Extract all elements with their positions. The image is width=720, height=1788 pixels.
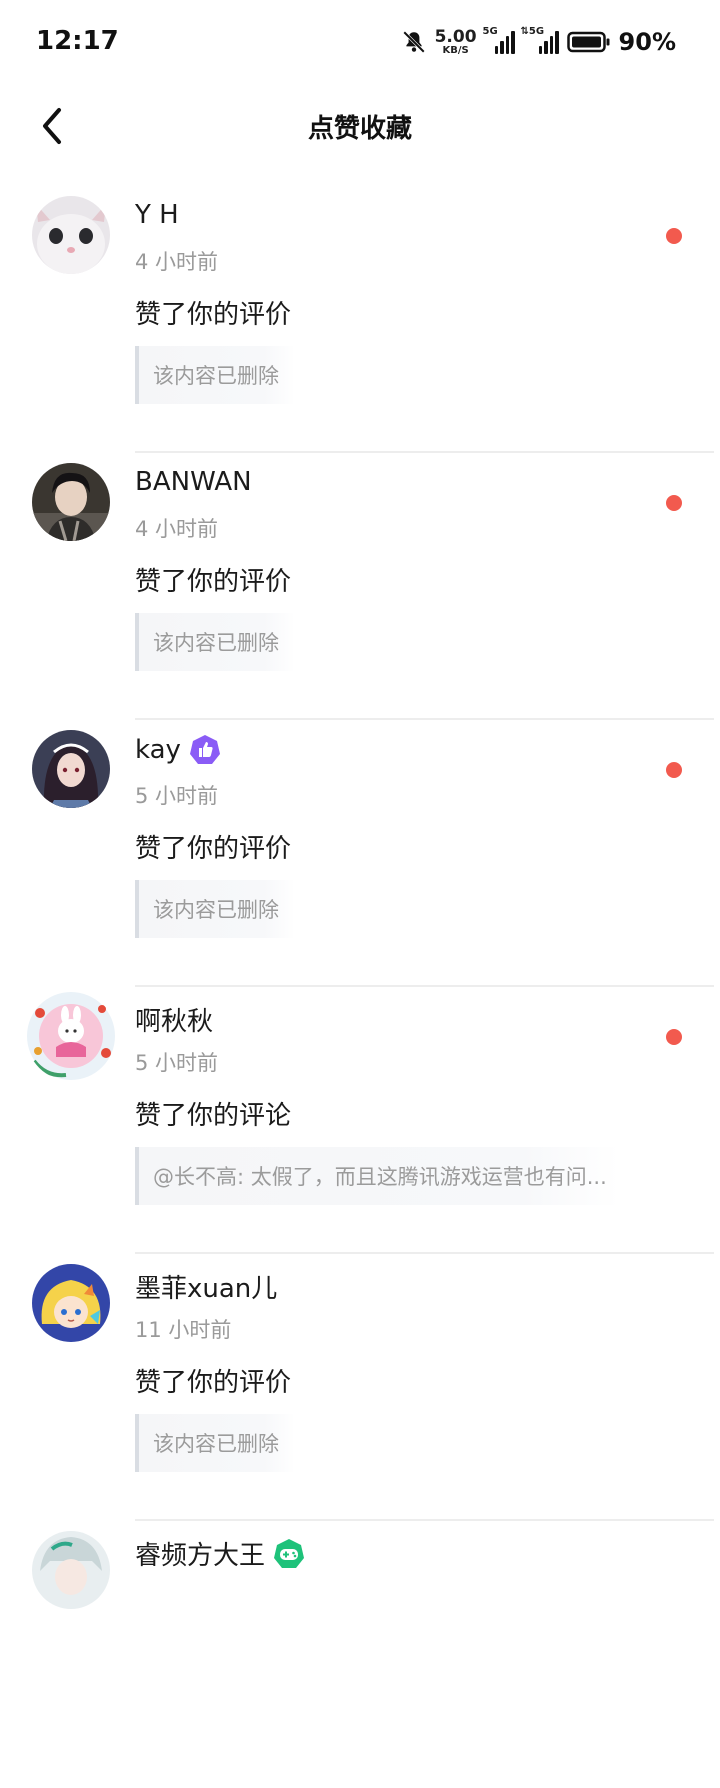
quoted-content[interactable]: 该内容已删除 [135, 613, 295, 671]
list-item[interactable]: BANWAN 4 小时前 赞了你的评价 该内容已删除 [0, 453, 720, 720]
user-name-row: 睿频方大王 [135, 1535, 305, 1572]
unread-dot [666, 495, 682, 511]
quoted-content[interactable]: 该内容已删除 [135, 1414, 295, 1472]
status-time: 12:17 [36, 26, 119, 56]
timestamp: 11 小时前 [135, 1318, 232, 1342]
timestamp: 5 小时前 [135, 1051, 219, 1075]
unread-dot [666, 762, 682, 778]
mute-bell-icon [402, 31, 425, 53]
user-name[interactable]: Y H [135, 200, 179, 230]
timestamp: 4 小时前 [135, 250, 219, 274]
avatar[interactable] [26, 991, 116, 1081]
thumbs-up-badge-icon [189, 735, 220, 764]
notification-list: Y H 4 小时前 赞了你的评价 该内容已删除 BANWAN 4 小时前 赞了你… [0, 186, 720, 1788]
action-text: 赞了你的评论 [135, 1101, 292, 1131]
unread-dot [666, 228, 682, 244]
network-speed-unit: KB/S [442, 44, 469, 56]
avatar[interactable] [32, 1264, 110, 1342]
list-item[interactable]: 啊秋秋 5 小时前 赞了你的评论 @长不高: 太假了，而且这腾讯游戏运营也有问.… [0, 987, 720, 1254]
list-item[interactable]: 墨菲xuan儿 11 小时前 赞了你的评价 该内容已删除 [0, 1254, 720, 1521]
status-bar: 12:17 5.00 KB/S 5G ⇅5G 90% [0, 0, 720, 84]
battery-percent: 90% [618, 28, 676, 56]
action-text: 赞了你的评价 [135, 300, 292, 330]
list-item[interactable]: Y H 4 小时前 赞了你的评价 该内容已删除 [0, 186, 720, 453]
timestamp: 4 小时前 [135, 517, 219, 541]
header: 点赞收藏 [0, 84, 720, 170]
action-text: 赞了你的评价 [135, 1368, 292, 1398]
user-name[interactable]: 墨菲xuan儿 [135, 1268, 277, 1305]
user-name-row: Y H [135, 200, 179, 230]
quoted-content[interactable]: @长不高: 太假了，而且这腾讯游戏运营也有问... [135, 1147, 619, 1205]
quoted-content[interactable]: 该内容已删除 [135, 346, 295, 404]
battery-icon [566, 31, 610, 53]
gamepad-badge-icon [274, 1538, 305, 1568]
list-item[interactable]: kay 5 小时前 赞了你的评价 该内容已删除 [0, 720, 720, 987]
user-name[interactable]: 啊秋秋 [135, 1001, 213, 1038]
status-icons: 5.00 KB/S 5G ⇅5G 90% [401, 24, 676, 60]
signal-sim1-icon: 5G [483, 26, 515, 54]
action-text: 赞了你的评价 [135, 834, 292, 864]
network-speed: 5.00 KB/S [434, 26, 477, 56]
user-name-row: 墨菲xuan儿 [135, 1268, 277, 1305]
user-name[interactable]: 睿频方大王 [135, 1535, 265, 1572]
list-item[interactable]: 睿频方大王 [0, 1521, 720, 1788]
avatar[interactable] [32, 1531, 110, 1609]
user-name-row: kay [135, 734, 221, 766]
avatar[interactable] [32, 463, 110, 541]
sim1-tag: 5G [482, 26, 498, 37]
user-name[interactable]: BANWAN [135, 467, 252, 497]
network-speed-value: 5.00 [434, 26, 477, 47]
avatar[interactable] [32, 730, 110, 808]
sim2-tag: ⇅5G [520, 26, 545, 37]
unread-dot [666, 1029, 682, 1045]
user-name-row: BANWAN [135, 467, 252, 497]
timestamp: 5 小时前 [135, 784, 219, 808]
signal-sim2-icon: ⇅5G [521, 26, 559, 54]
page-title: 点赞收藏 [307, 114, 412, 144]
user-name[interactable]: kay [135, 735, 181, 765]
quoted-content[interactable]: 该内容已删除 [135, 880, 295, 938]
action-text: 赞了你的评价 [135, 567, 292, 597]
avatar[interactable] [32, 196, 110, 274]
user-name-row: 啊秋秋 [135, 1001, 213, 1038]
